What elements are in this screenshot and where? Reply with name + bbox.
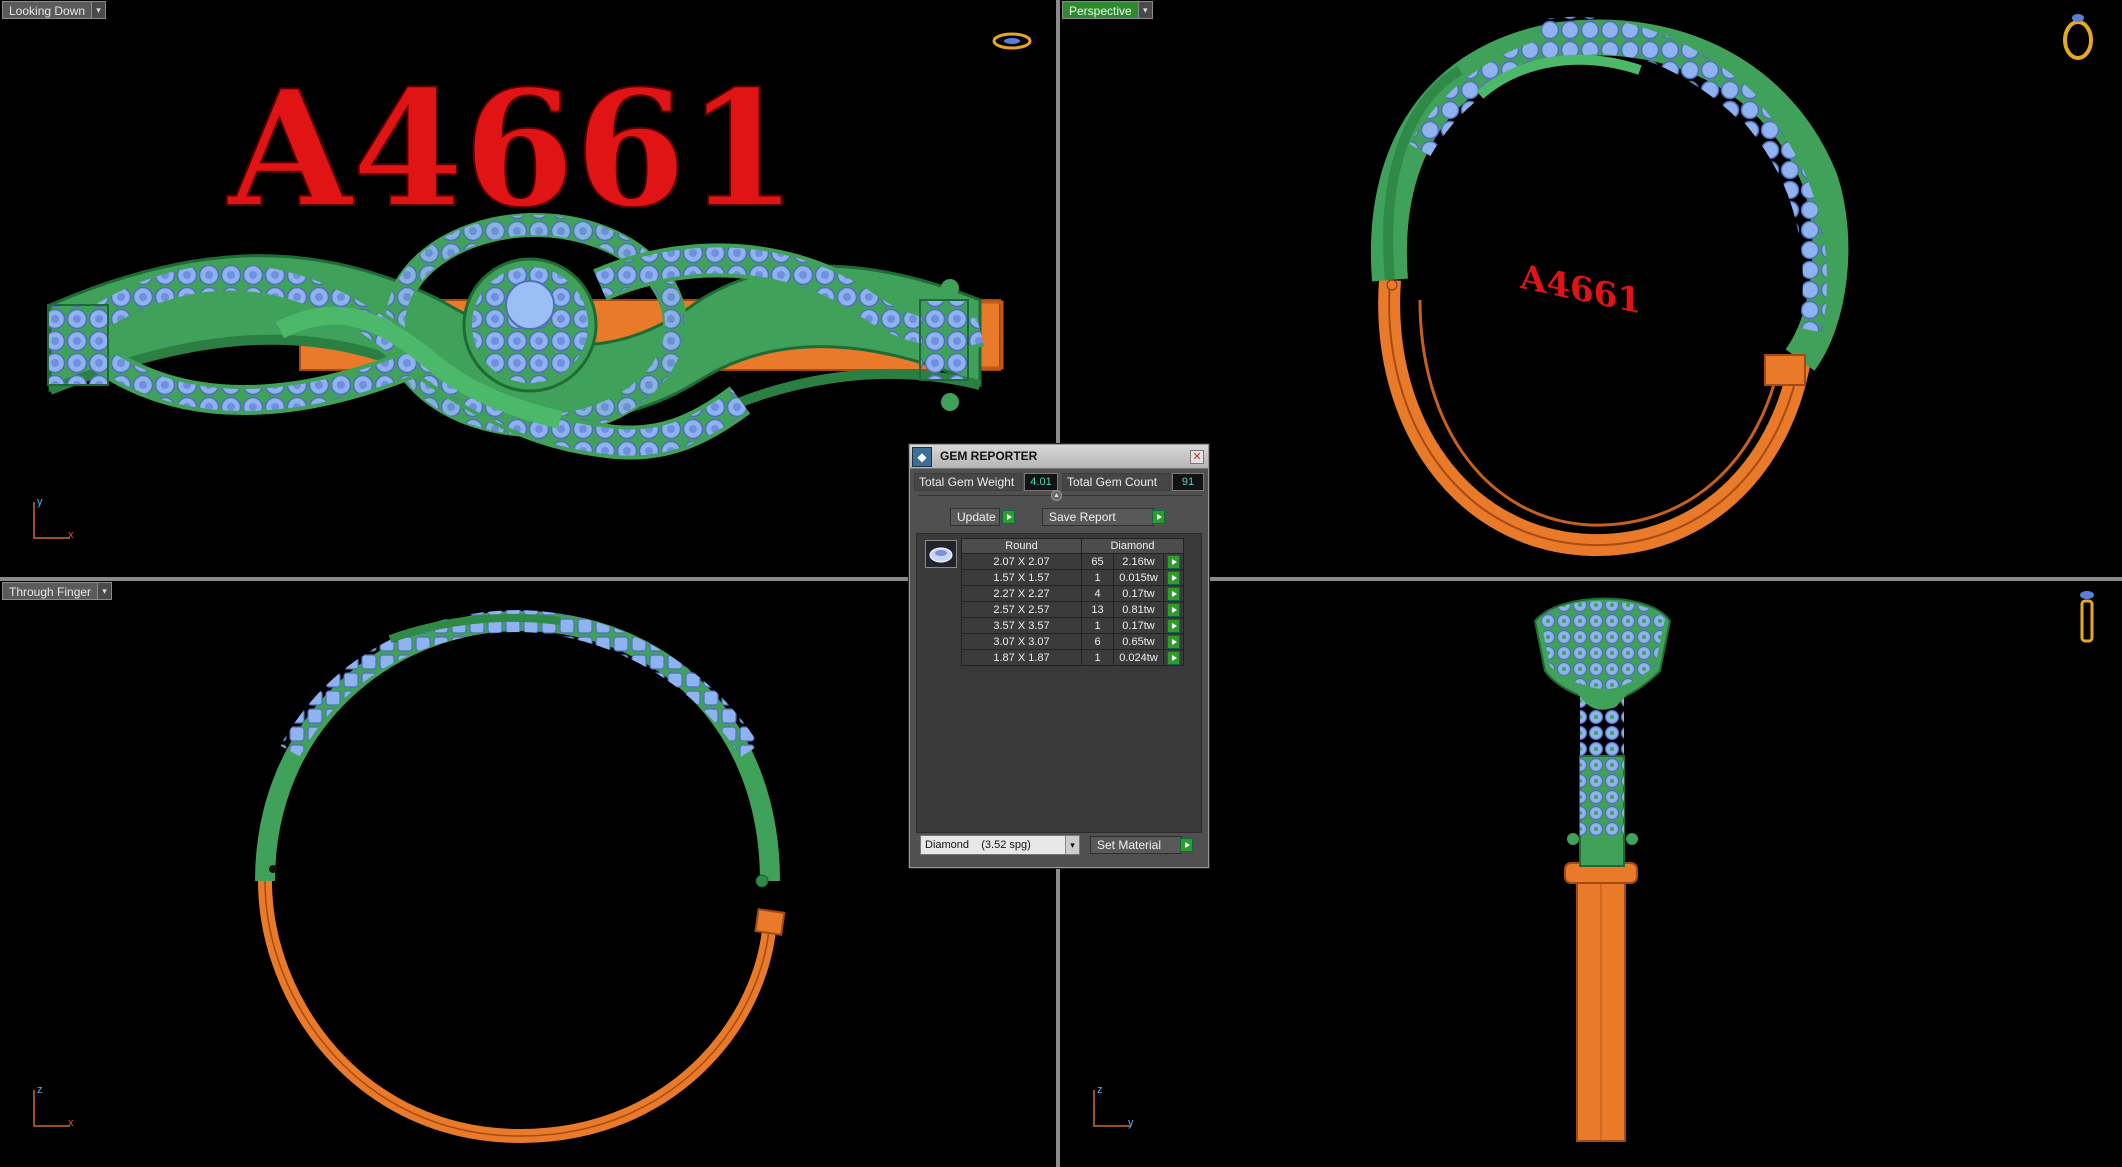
- table-row[interactable]: 3.57 X 3.57 1 0.17tw: [961, 617, 1185, 634]
- gem-weight: 0.65tw: [1113, 633, 1164, 650]
- update-go-icon[interactable]: [1002, 510, 1015, 524]
- viewport-label-looking-down[interactable]: Looking Down ▾: [2, 1, 107, 19]
- col-header-material: Diamond: [1080, 538, 1185, 554]
- gem-count: 13: [1081, 601, 1114, 618]
- axis-label-h: x: [68, 1117, 74, 1129]
- total-count-value: 91: [1172, 473, 1204, 491]
- engraving-perspective: A4661: [1519, 257, 1641, 322]
- gem-report-area[interactable]: Round Diamond 2.07 X 2.07 65 2.16tw 1.57…: [916, 533, 1202, 833]
- close-icon[interactable]: ✕: [1190, 450, 1204, 464]
- col-header-shape: Round: [961, 538, 1082, 554]
- table-row[interactable]: 3.07 X 3.07 6 0.65tw: [961, 633, 1185, 650]
- viewport-through-finger[interactable]: Through Finger ▾ z x: [0, 581, 1056, 1167]
- row-go-icon[interactable]: [1167, 570, 1180, 585]
- row-go-icon[interactable]: [1167, 586, 1180, 601]
- viewport-label-perspective[interactable]: Perspective ▾: [1062, 1, 1153, 19]
- viewport-perspective[interactable]: A4661 Perspective ▾: [1060, 0, 2122, 577]
- gem-count: 1: [1081, 617, 1114, 634]
- table-row[interactable]: 2.57 X 2.57 13 0.81tw: [961, 601, 1185, 618]
- axis-indicator: z x: [28, 1084, 88, 1136]
- gem-size: 1.57 X 1.57: [961, 569, 1082, 586]
- viewport-side[interactable]: z y: [1060, 581, 2122, 1167]
- looking-down-render: A4661: [47, 54, 1004, 460]
- chevron-down-icon[interactable]: ▾: [98, 582, 113, 600]
- axis-label-v: z: [1097, 1084, 1103, 1096]
- viewport-label-text[interactable]: Looking Down: [2, 1, 93, 19]
- gem-weight: 0.015tw: [1113, 569, 1164, 586]
- row-go-icon[interactable]: [1167, 602, 1180, 617]
- gem-count: 4: [1081, 585, 1114, 602]
- row-go-icon[interactable]: [1167, 634, 1180, 649]
- save-report-button[interactable]: Save Report: [1042, 508, 1154, 526]
- gem-reporter-dialog[interactable]: ◆ GEM REPORTER ✕ Total Gem Weight 4.01 T…: [909, 444, 1209, 868]
- set-material-button[interactable]: Set Material: [1090, 836, 1182, 854]
- viewport-label-through-finger[interactable]: Through Finger ▾: [2, 582, 113, 600]
- save-report-go-icon[interactable]: [1152, 510, 1165, 524]
- table-row[interactable]: 1.87 X 1.87 1 0.024tw: [961, 649, 1185, 666]
- row-go-icon[interactable]: [1167, 554, 1180, 569]
- row-go-icon[interactable]: [1167, 618, 1180, 633]
- table-row[interactable]: 2.27 X 2.27 4 0.17tw: [961, 585, 1185, 602]
- gem-weight: 0.81tw: [1113, 601, 1164, 618]
- material-select-value: Diamond (3.52 spg): [925, 839, 1031, 851]
- ring-side-icon[interactable]: [2075, 589, 2099, 650]
- gem-weight: 0.17tw: [1113, 585, 1164, 602]
- gem-weight: 2.16tw: [1113, 553, 1164, 570]
- axis-label-v: z: [37, 1084, 43, 1096]
- side-render: [1533, 597, 1672, 1142]
- perspective-render: A4661: [1371, 16, 1849, 557]
- total-weight-value: 4.01: [1024, 473, 1058, 491]
- row-go-icon[interactable]: [1167, 650, 1180, 665]
- gem-weight: 0.17tw: [1113, 617, 1164, 634]
- gem-size: 2.07 X 2.07: [961, 553, 1082, 570]
- axis-label-h: x: [68, 529, 74, 541]
- update-button[interactable]: Update: [950, 508, 1000, 526]
- viewport-label-text[interactable]: Perspective: [1062, 1, 1139, 19]
- gem-count: 1: [1081, 649, 1114, 666]
- through-finger-render: [255, 609, 786, 1144]
- gem-reporter-icon: ◆: [912, 447, 932, 467]
- table-row[interactable]: 2.07 X 2.07 65 2.16tw: [961, 553, 1185, 570]
- dialog-title-bar[interactable]: ◆ GEM REPORTER ✕: [910, 445, 1208, 469]
- gem-count: 6: [1081, 633, 1114, 650]
- total-weight-label: Total Gem Weight: [914, 473, 1022, 491]
- round-gem-icon[interactable]: [925, 540, 957, 568]
- gem-size: 2.27 X 2.27: [961, 585, 1082, 602]
- gem-size: 2.57 X 2.57: [961, 601, 1082, 618]
- dialog-title: GEM REPORTER: [940, 449, 1038, 463]
- gem-weight: 0.024tw: [1113, 649, 1164, 666]
- axis-label-v: y: [37, 496, 43, 508]
- axis-indicator: y x: [28, 496, 88, 548]
- viewport-label-text[interactable]: Through Finger: [2, 582, 99, 600]
- chevron-down-icon[interactable]: ▾: [92, 1, 107, 19]
- gem-size: 3.57 X 3.57: [961, 617, 1082, 634]
- gem-count: 1: [1081, 569, 1114, 586]
- total-count-label: Total Gem Count: [1062, 473, 1170, 491]
- axis-indicator: z y: [1088, 1084, 1148, 1136]
- gem-size: 1.87 X 1.87: [961, 649, 1082, 666]
- chevron-down-icon[interactable]: ▾: [1138, 1, 1153, 19]
- gem-count: 65: [1081, 553, 1114, 570]
- material-select[interactable]: Diamond (3.52 spg) ▾: [920, 835, 1080, 855]
- ring-top-view-icon[interactable]: [990, 30, 1034, 57]
- ring-perspective-icon[interactable]: [2060, 10, 2096, 67]
- axis-label-h: y: [1128, 1117, 1134, 1129]
- gem-table: Round Diamond 2.07 X 2.07 65 2.16tw 1.57…: [961, 538, 1185, 666]
- collapse-toggle-icon[interactable]: ▲: [1051, 490, 1062, 501]
- table-row[interactable]: 1.57 X 1.57 1 0.015tw: [961, 569, 1185, 586]
- chevron-down-icon[interactable]: ▾: [1065, 836, 1079, 854]
- viewport-looking-down[interactable]: A4661 Looking Down ▾ y x: [0, 0, 1056, 577]
- gem-size: 3.07 X 3.07: [961, 633, 1082, 650]
- set-material-go-icon[interactable]: [1180, 838, 1193, 852]
